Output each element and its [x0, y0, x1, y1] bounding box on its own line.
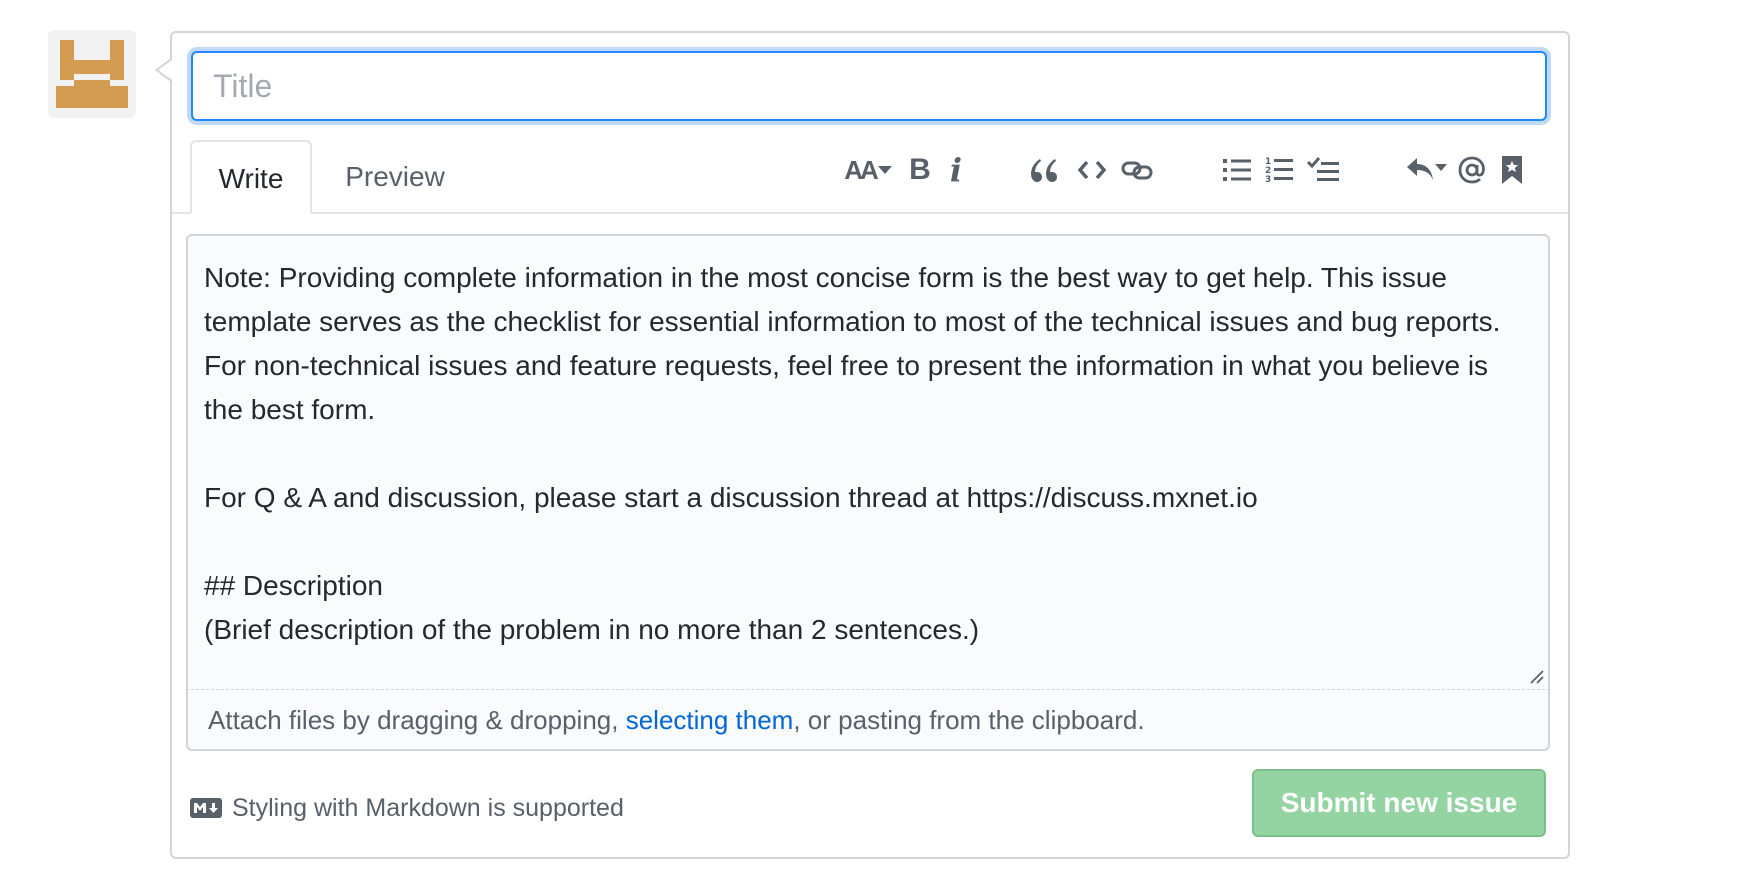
tab-preview[interactable]: Preview	[330, 140, 460, 214]
bold-icon[interactable]: B	[908, 150, 932, 190]
numbered-list-icon[interactable]: 1 2 3	[1264, 150, 1294, 190]
task-list-icon[interactable]	[1306, 150, 1340, 190]
avatar[interactable]	[48, 30, 136, 118]
header-icon[interactable]: AA	[840, 150, 896, 190]
link-icon[interactable]	[1120, 150, 1154, 190]
caret-down-icon	[877, 166, 892, 174]
quote-icon[interactable]	[1028, 150, 1060, 190]
issue-body-textarea[interactable]: Note: Providing complete information in …	[186, 234, 1550, 689]
title-input[interactable]	[191, 51, 1547, 121]
mention-icon[interactable]	[1456, 150, 1488, 190]
identicon-icon	[56, 40, 128, 108]
bulleted-list-icon[interactable]	[1222, 150, 1252, 190]
svg-text:3: 3	[1265, 175, 1271, 184]
select-files-link[interactable]: selecting them	[626, 705, 794, 735]
submit-new-issue-button[interactable]: Submit new issue	[1252, 769, 1546, 837]
attach-suffix: , or pasting from the clipboard.	[793, 705, 1145, 735]
file-attachment-dropzone[interactable]: Attach files by dragging & dropping, sel…	[186, 689, 1550, 751]
markdown-note-label: Styling with Markdown is supported	[232, 793, 624, 822]
markdown-icon	[190, 798, 222, 818]
code-icon[interactable]	[1076, 150, 1108, 190]
attach-prefix: Attach files by dragging & dropping,	[208, 705, 626, 735]
italic-label: i	[949, 151, 963, 189]
header-label: AA	[844, 154, 879, 185]
reply-icon[interactable]	[1404, 150, 1450, 190]
italic-icon[interactable]: i	[946, 150, 966, 190]
tab-write[interactable]: Write	[190, 140, 312, 214]
bold-label: B	[909, 153, 931, 186]
resize-handle-icon[interactable]	[1528, 668, 1544, 684]
bookmark-icon[interactable]	[1500, 150, 1524, 190]
markdown-note[interactable]: Styling with Markdown is supported	[190, 790, 624, 826]
comment-pointer-inner	[158, 60, 172, 80]
